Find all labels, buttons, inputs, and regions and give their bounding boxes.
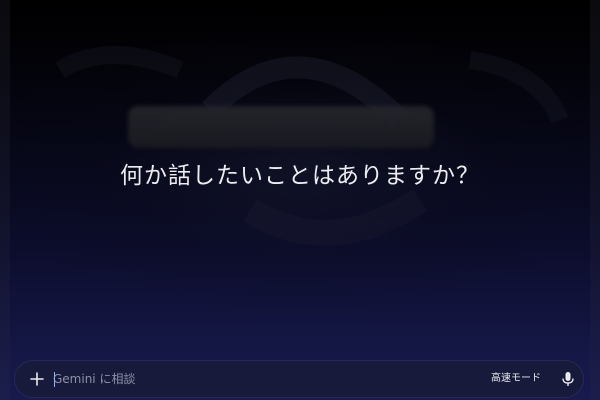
text-caret: [54, 372, 55, 387]
blurred-greeting: [128, 106, 434, 148]
window-edge-left: [0, 0, 10, 400]
prompt-input[interactable]: [53, 367, 473, 391]
plus-icon: [30, 372, 44, 386]
page-title: 何か話したいことはありますか？: [120, 163, 480, 189]
microphone-button[interactable]: [555, 366, 581, 392]
background-glow: [55, 46, 569, 246]
prompt-composer: 高速モード: [14, 360, 584, 398]
app-window: 何か話したいことはありますか？ 高速モード: [0, 0, 600, 400]
add-button[interactable]: [23, 365, 51, 393]
window-edge-right: [590, 0, 600, 400]
microphone-icon: [562, 372, 574, 386]
mode-selector-button[interactable]: 高速モード: [485, 369, 547, 389]
